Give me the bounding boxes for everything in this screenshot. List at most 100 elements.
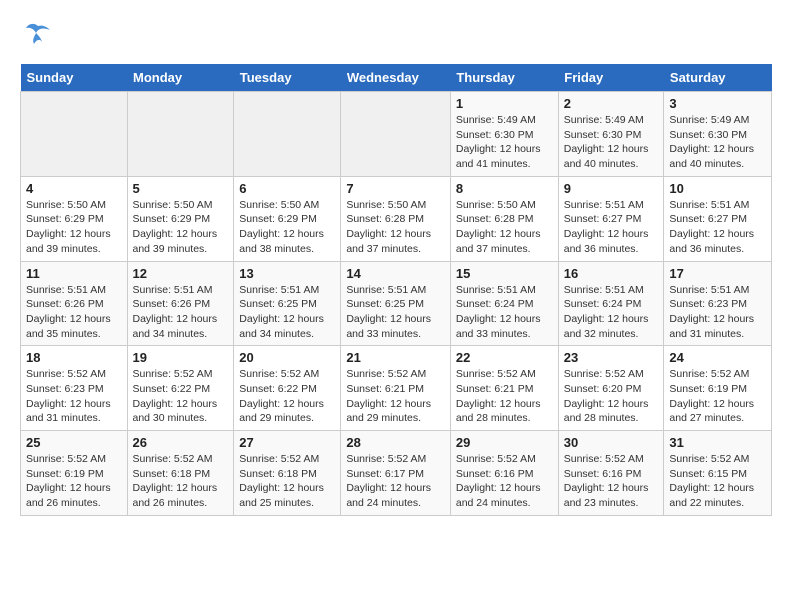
day-cell: 5 Sunrise: 5:50 AM Sunset: 6:29 PM Daylig… bbox=[127, 176, 234, 261]
day-info: Sunrise: 5:50 AM Sunset: 6:29 PM Dayligh… bbox=[133, 198, 229, 257]
day-info: Sunrise: 5:52 AM Sunset: 6:23 PM Dayligh… bbox=[26, 367, 122, 426]
day-number: 11 bbox=[26, 266, 122, 281]
day-number: 17 bbox=[669, 266, 766, 281]
day-number: 5 bbox=[133, 181, 229, 196]
day-cell: 8 Sunrise: 5:50 AM Sunset: 6:28 PM Daylig… bbox=[450, 176, 558, 261]
day-info: Sunrise: 5:51 AM Sunset: 6:26 PM Dayligh… bbox=[133, 283, 229, 342]
day-cell: 14 Sunrise: 5:51 AM Sunset: 6:25 PM Dayli… bbox=[341, 261, 451, 346]
week-row-1: 1 Sunrise: 5:49 AM Sunset: 6:30 PM Daylig… bbox=[21, 92, 772, 177]
col-header-wednesday: Wednesday bbox=[341, 64, 451, 92]
day-info: Sunrise: 5:51 AM Sunset: 6:26 PM Dayligh… bbox=[26, 283, 122, 342]
day-cell: 17 Sunrise: 5:51 AM Sunset: 6:23 PM Dayli… bbox=[664, 261, 772, 346]
col-header-saturday: Saturday bbox=[664, 64, 772, 92]
day-number: 13 bbox=[239, 266, 335, 281]
day-number: 16 bbox=[564, 266, 659, 281]
day-number: 19 bbox=[133, 350, 229, 365]
day-cell: 2 Sunrise: 5:49 AM Sunset: 6:30 PM Daylig… bbox=[558, 92, 664, 177]
day-cell: 25 Sunrise: 5:52 AM Sunset: 6:19 PM Dayli… bbox=[21, 431, 128, 516]
day-info: Sunrise: 5:51 AM Sunset: 6:24 PM Dayligh… bbox=[456, 283, 553, 342]
day-number: 1 bbox=[456, 96, 553, 111]
day-cell: 28 Sunrise: 5:52 AM Sunset: 6:17 PM Dayli… bbox=[341, 431, 451, 516]
day-cell: 6 Sunrise: 5:50 AM Sunset: 6:29 PM Daylig… bbox=[234, 176, 341, 261]
day-cell bbox=[234, 92, 341, 177]
day-cell: 22Sunrise: 5:52 AM Sunset: 6:21 PM Dayli… bbox=[450, 346, 558, 431]
day-number: 9 bbox=[564, 181, 659, 196]
day-cell bbox=[341, 92, 451, 177]
col-header-friday: Friday bbox=[558, 64, 664, 92]
col-header-thursday: Thursday bbox=[450, 64, 558, 92]
day-info: Sunrise: 5:52 AM Sunset: 6:19 PM Dayligh… bbox=[26, 452, 122, 511]
day-info: Sunrise: 5:51 AM Sunset: 6:24 PM Dayligh… bbox=[564, 283, 659, 342]
day-info: Sunrise: 5:51 AM Sunset: 6:23 PM Dayligh… bbox=[669, 283, 766, 342]
day-number: 18 bbox=[26, 350, 122, 365]
day-number: 31 bbox=[669, 435, 766, 450]
day-info: Sunrise: 5:49 AM Sunset: 6:30 PM Dayligh… bbox=[669, 113, 766, 172]
day-number: 4 bbox=[26, 181, 122, 196]
day-number: 8 bbox=[456, 181, 553, 196]
day-number: 28 bbox=[346, 435, 445, 450]
day-cell: 3Sunrise: 5:49 AM Sunset: 6:30 PM Daylig… bbox=[664, 92, 772, 177]
day-number: 23 bbox=[564, 350, 659, 365]
col-header-monday: Monday bbox=[127, 64, 234, 92]
week-row-5: 25 Sunrise: 5:52 AM Sunset: 6:19 PM Dayli… bbox=[21, 431, 772, 516]
day-cell: 27Sunrise: 5:52 AM Sunset: 6:18 PM Dayli… bbox=[234, 431, 341, 516]
day-info: Sunrise: 5:50 AM Sunset: 6:29 PM Dayligh… bbox=[239, 198, 335, 257]
day-info: Sunrise: 5:52 AM Sunset: 6:17 PM Dayligh… bbox=[346, 452, 445, 511]
day-info: Sunrise: 5:49 AM Sunset: 6:30 PM Dayligh… bbox=[564, 113, 659, 172]
day-info: Sunrise: 5:52 AM Sunset: 6:18 PM Dayligh… bbox=[239, 452, 335, 511]
day-cell: 29Sunrise: 5:52 AM Sunset: 6:16 PM Dayli… bbox=[450, 431, 558, 516]
day-info: Sunrise: 5:52 AM Sunset: 6:21 PM Dayligh… bbox=[346, 367, 445, 426]
day-info: Sunrise: 5:50 AM Sunset: 6:29 PM Dayligh… bbox=[26, 198, 122, 257]
day-cell bbox=[21, 92, 128, 177]
day-cell: 16 Sunrise: 5:51 AM Sunset: 6:24 PM Dayli… bbox=[558, 261, 664, 346]
day-cell: 1 Sunrise: 5:49 AM Sunset: 6:30 PM Daylig… bbox=[450, 92, 558, 177]
day-cell: 24 Sunrise: 5:52 AM Sunset: 6:19 PM Dayli… bbox=[664, 346, 772, 431]
day-cell: 26Sunrise: 5:52 AM Sunset: 6:18 PM Dayli… bbox=[127, 431, 234, 516]
day-info: Sunrise: 5:52 AM Sunset: 6:22 PM Dayligh… bbox=[239, 367, 335, 426]
day-info: Sunrise: 5:52 AM Sunset: 6:22 PM Dayligh… bbox=[133, 367, 229, 426]
day-cell: 11 Sunrise: 5:51 AM Sunset: 6:26 PM Dayli… bbox=[21, 261, 128, 346]
day-cell: 30 Sunrise: 5:52 AM Sunset: 6:16 PM Dayli… bbox=[558, 431, 664, 516]
day-info: Sunrise: 5:51 AM Sunset: 6:27 PM Dayligh… bbox=[564, 198, 659, 257]
day-info: Sunrise: 5:51 AM Sunset: 6:25 PM Dayligh… bbox=[239, 283, 335, 342]
day-number: 7 bbox=[346, 181, 445, 196]
day-cell: 23 Sunrise: 5:52 AM Sunset: 6:20 PM Dayli… bbox=[558, 346, 664, 431]
day-cell: 20 Sunrise: 5:52 AM Sunset: 6:22 PM Dayli… bbox=[234, 346, 341, 431]
day-info: Sunrise: 5:50 AM Sunset: 6:28 PM Dayligh… bbox=[456, 198, 553, 257]
day-number: 21 bbox=[346, 350, 445, 365]
day-number: 24 bbox=[669, 350, 766, 365]
day-number: 12 bbox=[133, 266, 229, 281]
calendar-header-row: SundayMondayTuesdayWednesdayThursdayFrid… bbox=[21, 64, 772, 92]
day-cell: 18 Sunrise: 5:52 AM Sunset: 6:23 PM Dayli… bbox=[21, 346, 128, 431]
day-cell: 9 Sunrise: 5:51 AM Sunset: 6:27 PM Daylig… bbox=[558, 176, 664, 261]
day-cell: 10 Sunrise: 5:51 AM Sunset: 6:27 PM Dayli… bbox=[664, 176, 772, 261]
day-cell: 13 Sunrise: 5:51 AM Sunset: 6:25 PM Dayli… bbox=[234, 261, 341, 346]
day-info: Sunrise: 5:52 AM Sunset: 6:21 PM Dayligh… bbox=[456, 367, 553, 426]
day-info: Sunrise: 5:52 AM Sunset: 6:19 PM Dayligh… bbox=[669, 367, 766, 426]
day-info: Sunrise: 5:52 AM Sunset: 6:20 PM Dayligh… bbox=[564, 367, 659, 426]
day-cell bbox=[127, 92, 234, 177]
day-cell: 15 Sunrise: 5:51 AM Sunset: 6:24 PM Dayli… bbox=[450, 261, 558, 346]
day-number: 14 bbox=[346, 266, 445, 281]
day-number: 20 bbox=[239, 350, 335, 365]
day-cell: 19 Sunrise: 5:52 AM Sunset: 6:22 PM Dayli… bbox=[127, 346, 234, 431]
logo bbox=[20, 20, 52, 48]
calendar-table: SundayMondayTuesdayWednesdayThursdayFrid… bbox=[20, 64, 772, 516]
day-number: 2 bbox=[564, 96, 659, 111]
day-number: 25 bbox=[26, 435, 122, 450]
col-header-tuesday: Tuesday bbox=[234, 64, 341, 92]
day-cell: 12 Sunrise: 5:51 AM Sunset: 6:26 PM Dayli… bbox=[127, 261, 234, 346]
day-info: Sunrise: 5:52 AM Sunset: 6:16 PM Dayligh… bbox=[564, 452, 659, 511]
day-number: 29 bbox=[456, 435, 553, 450]
day-info: Sunrise: 5:51 AM Sunset: 6:25 PM Dayligh… bbox=[346, 283, 445, 342]
week-row-4: 18 Sunrise: 5:52 AM Sunset: 6:23 PM Dayli… bbox=[21, 346, 772, 431]
day-number: 26 bbox=[133, 435, 229, 450]
day-cell: 21 Sunrise: 5:52 AM Sunset: 6:21 PM Dayli… bbox=[341, 346, 451, 431]
day-info: Sunrise: 5:49 AM Sunset: 6:30 PM Dayligh… bbox=[456, 113, 553, 172]
day-info: Sunrise: 5:51 AM Sunset: 6:27 PM Dayligh… bbox=[669, 198, 766, 257]
day-number: 30 bbox=[564, 435, 659, 450]
day-number: 6 bbox=[239, 181, 335, 196]
day-number: 10 bbox=[669, 181, 766, 196]
day-number: 15 bbox=[456, 266, 553, 281]
logo-bird-icon bbox=[24, 20, 52, 48]
